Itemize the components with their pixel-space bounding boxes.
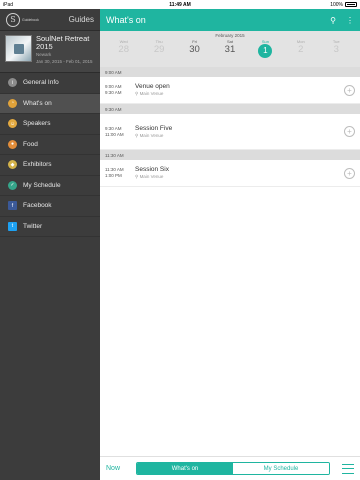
guidebook-logo[interactable]: S Guidebook	[6, 12, 39, 27]
location-pin-icon: ⚲	[135, 91, 139, 96]
session-end: 11:00 AM	[105, 131, 124, 137]
view-switcher: What's on My Schedule	[136, 462, 330, 475]
logo-text: Guidebook	[22, 17, 39, 22]
event-card[interactable]: SoulNet Retreat 2015 Newark Jan 30, 2015…	[0, 31, 100, 73]
sidebar-item-my-schedule[interactable]: ✓ My Schedule	[0, 176, 100, 196]
calendar-day[interactable]: Wed 28	[111, 39, 137, 58]
tab-whats-on[interactable]: What's on	[137, 463, 233, 474]
session-row[interactable]: 11:30 AM 1:00 PM Session Six ⚲ Main Venu…	[100, 160, 360, 187]
guides-button[interactable]: Guides	[69, 15, 94, 24]
time-header: 9:30 AM	[100, 104, 360, 114]
session-title: Session Five	[135, 124, 173, 132]
calendar-day[interactable]: Tue 3	[323, 39, 349, 58]
session-title: Session Six	[135, 166, 169, 173]
sidebar-item-general-info[interactable]: i General Info	[0, 73, 100, 94]
food-icon: ●	[8, 139, 17, 149]
add-to-schedule-button[interactable]: +	[344, 167, 355, 179]
sidebar-item-facebook[interactable]: f Facebook	[0, 196, 100, 217]
info-icon: i	[8, 78, 17, 88]
time-header: 9:00 AM	[100, 67, 360, 77]
session-venue: Main Venue	[139, 91, 164, 96]
add-to-schedule-button[interactable]: +	[344, 126, 355, 137]
more-menu-icon[interactable]: ⋮	[346, 16, 354, 25]
page-title: What's on	[106, 15, 146, 25]
top-bar: What's on ⚲ ⋮	[100, 9, 360, 31]
battery-icon	[345, 2, 357, 7]
sidebar-item-exhibitors[interactable]: ◆ Exhibitors	[0, 155, 100, 176]
calendar-month: February 2015	[215, 33, 245, 38]
sidebar: S Guidebook Guides SoulNet Retreat 2015 …	[0, 9, 100, 480]
calendar-day[interactable]: Sat 31	[217, 39, 243, 58]
main-panel: What's on ⚲ ⋮ February 2015 Wed 28 Thu 2…	[100, 9, 360, 480]
sidebar-item-twitter[interactable]: t Twitter	[0, 217, 100, 237]
logo-icon: S	[6, 12, 20, 27]
now-button[interactable]: Now	[106, 465, 136, 472]
exhibitors-icon: ◆	[8, 160, 17, 170]
session-end: 1:00 PM	[105, 173, 122, 178]
search-icon[interactable]: ⚲	[330, 16, 336, 25]
bottom-bar: Now What's on My Schedule	[100, 456, 360, 480]
location-pin-icon: ⚲	[135, 132, 139, 138]
session-row[interactable]: 9:00 AM 9:30 AM Venue open ⚲ Main Venue …	[100, 77, 360, 104]
sidebar-item-food[interactable]: ● Food	[0, 135, 100, 155]
location-pin-icon: ⚲	[135, 174, 139, 179]
date-strip: February 2015 Wed 28 Thu 29 Fri 30 Sat 3…	[100, 31, 360, 67]
calendar-day[interactable]: Fri 30	[182, 39, 208, 58]
event-thumbnail	[5, 35, 32, 62]
calendar-day-selected[interactable]: Sun 1	[252, 39, 278, 58]
sidebar-item-speakers[interactable]: ☺ Speakers	[0, 114, 100, 135]
calendar-icon: ◔	[8, 98, 17, 108]
session-venue: Main Venue	[139, 174, 164, 179]
sidebar-item-whats-on[interactable]: ◔ What's on	[0, 93, 100, 114]
time-header: 11:30 AM	[100, 150, 360, 160]
calendar-day[interactable]: Thu 29	[146, 39, 172, 58]
add-to-schedule-button[interactable]: +	[344, 84, 355, 96]
calendar-day[interactable]: Mon 2	[288, 39, 314, 58]
filter-icon[interactable]	[342, 463, 354, 474]
session-title: Venue open	[135, 83, 170, 90]
event-location: Newark	[36, 52, 52, 57]
sidebar-header: S Guidebook Guides	[0, 9, 100, 31]
schedule-icon: ✓	[8, 180, 17, 190]
tab-my-schedule[interactable]: My Schedule	[233, 463, 329, 474]
twitter-icon: t	[8, 221, 17, 231]
session-venue: Main Venue	[139, 132, 164, 138]
status-bar: iPad 11:49 AM 100%	[0, 0, 360, 9]
facebook-icon: f	[8, 201, 17, 211]
event-dates: Jan 30, 2015 - Feb 01, 2015	[36, 58, 93, 64]
session-end: 9:30 AM	[105, 90, 122, 95]
person-icon: ☺	[8, 119, 17, 129]
event-title: SoulNet Retreat 2015	[36, 34, 90, 51]
status-time: 11:49 AM	[169, 1, 191, 8]
session-row[interactable]: 9:30 AM 11:00 AM Session Five ⚲ Main Ven…	[100, 114, 360, 150]
